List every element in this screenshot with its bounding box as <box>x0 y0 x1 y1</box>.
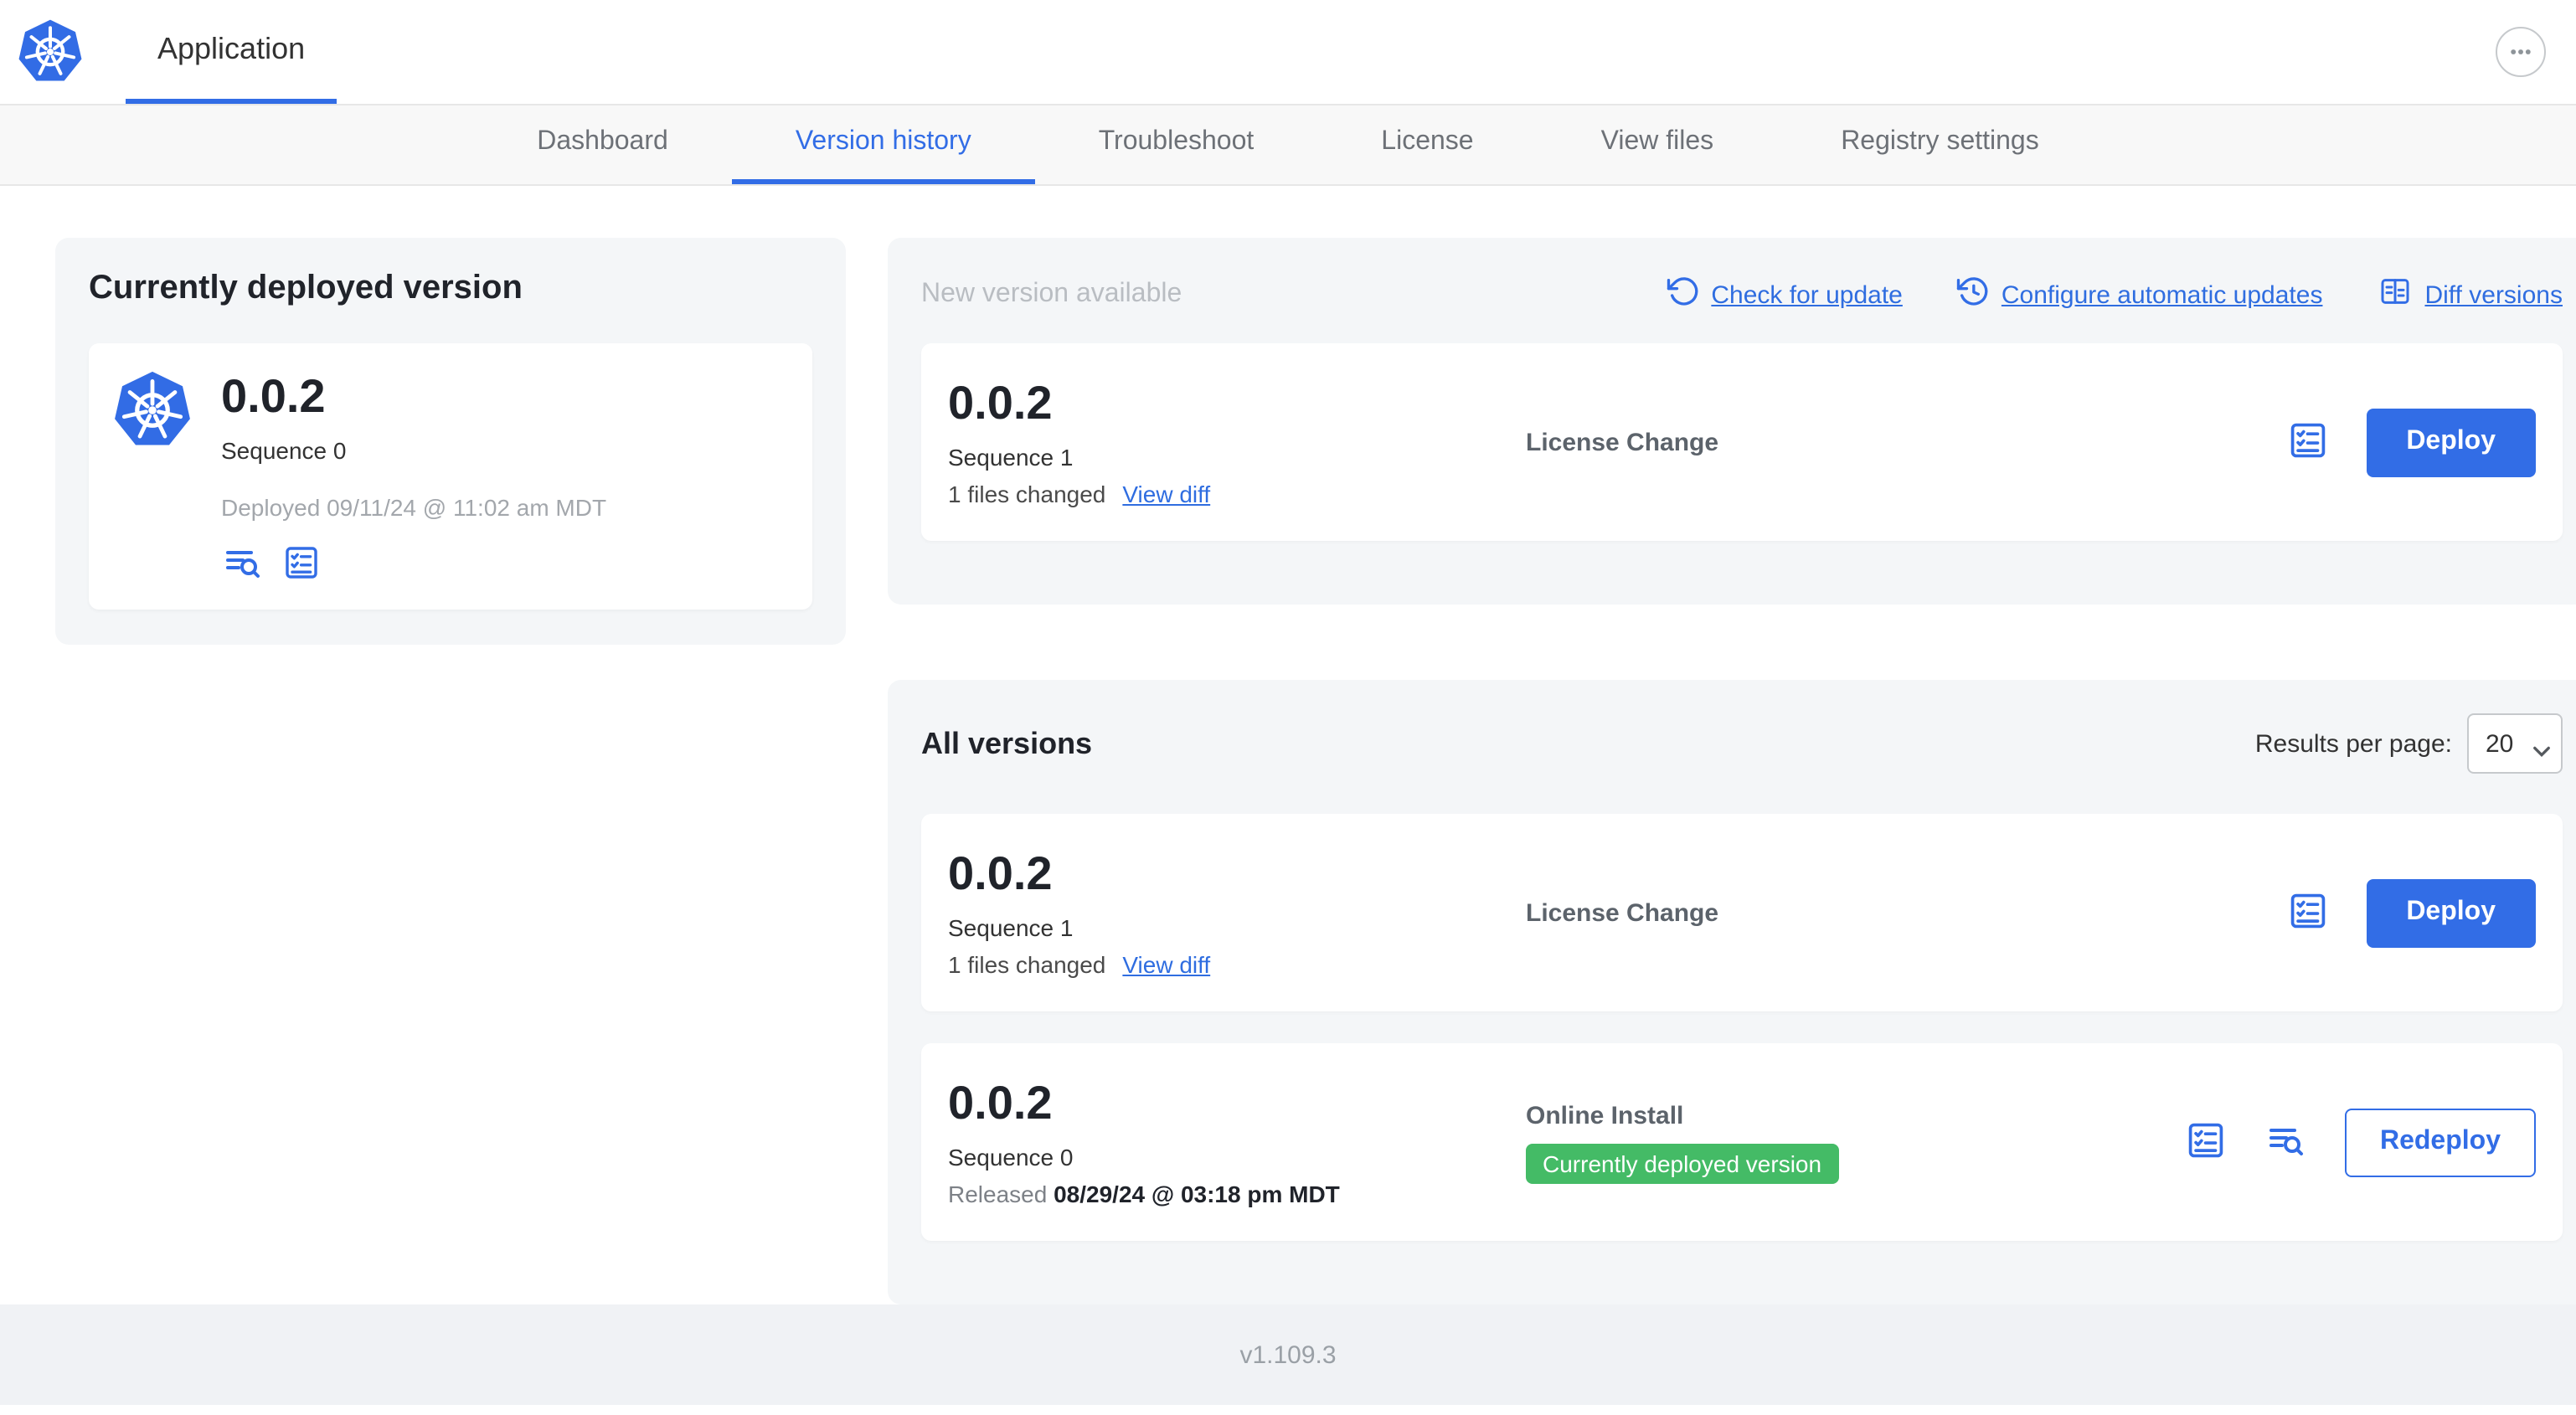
currently-deployed-badge: Currently deployed version <box>1526 1143 1839 1183</box>
release-notes-button[interactable] <box>221 543 265 588</box>
view-diff-link[interactable]: View diff <box>1122 481 1210 507</box>
deploy-button[interactable]: Deploy <box>2366 878 2536 947</box>
section-nav: Dashboard Version history Troubleshoot L… <box>0 105 2576 186</box>
row-sequence: Sequence 1 <box>948 914 1074 941</box>
app-window: Application Dashboard Version history Tr… <box>0 0 2576 1415</box>
nav-item-version-history[interactable]: Version history <box>731 105 1035 184</box>
preflight-checks-button[interactable] <box>2184 1118 2228 1166</box>
check-for-update-link[interactable]: Check for update <box>1666 275 1903 315</box>
results-per-page-label: Results per page: <box>2254 729 2452 758</box>
kubernetes-logo-icon <box>17 18 84 85</box>
tab-application[interactable]: Application <box>126 0 337 104</box>
new-version-row: 0.0.2 Sequence 1 1 files changed View di… <box>921 343 2563 541</box>
nav-item-troubleshoot[interactable]: Troubleshoot <box>1035 105 1318 184</box>
files-changed-label: 1 files changed <box>948 481 1106 507</box>
deployed-timestamp: Deployed 09/11/24 @ 11:02 am MDT <box>221 494 607 521</box>
console-version: v1.109.3 <box>1239 1341 1337 1370</box>
redeploy-button[interactable]: Redeploy <box>2344 1108 2536 1176</box>
row-version-number: 0.0.2 <box>948 1077 1053 1129</box>
checklist-icon <box>2285 418 2329 466</box>
schedule-update-icon <box>1956 275 1990 315</box>
results-per-page-select-wrap: 20 <box>2467 713 2563 774</box>
kubernetes-app-icon <box>112 370 193 450</box>
version-source-label: License Change <box>1526 898 1719 927</box>
refresh-icon <box>1666 275 1699 315</box>
release-notes-icon <box>221 543 265 588</box>
all-versions-card: All versions Results per page: 20 0.0.2 … <box>888 680 2576 1304</box>
released-date: 08/29/24 @ 03:18 pm MDT <box>1054 1181 1340 1207</box>
deploy-button[interactable]: Deploy <box>2366 408 2536 476</box>
row-version-number: 0.0.2 <box>948 377 1053 429</box>
more-options-button[interactable] <box>2496 27 2546 77</box>
version-source-label: License Change <box>1526 428 1719 456</box>
deployed-sequence: Sequence 0 <box>221 437 347 464</box>
deployed-version-card: 0.0.2 Sequence 0 Deployed 09/11/24 @ 11:… <box>89 343 812 610</box>
all-versions-title: All versions <box>921 726 1093 759</box>
version-source-label: Online Install <box>1526 1101 1684 1129</box>
app-footer: v1.109.3 <box>0 1304 2576 1405</box>
checklist-icon <box>2184 1118 2228 1166</box>
deployed-version-number: 0.0.2 <box>221 370 326 422</box>
row-sequence: Sequence 1 <box>948 444 1074 471</box>
nav-item-license[interactable]: License <box>1317 105 1537 184</box>
app-tab-label: Application <box>157 32 306 65</box>
diff-versions-link[interactable]: Diff versions <box>2376 275 2563 315</box>
preflight-checks-button[interactable] <box>2285 418 2329 466</box>
release-notes-icon <box>2264 1119 2308 1165</box>
main-content: Currently deployed version 0.0.2 Sequenc… <box>0 186 2576 1304</box>
checklist-icon <box>281 543 322 588</box>
right-column: New version available Check for update C… <box>888 238 2576 1304</box>
nav-item-view-files[interactable]: View files <box>1538 105 1778 184</box>
release-notes-button[interactable] <box>2264 1119 2308 1165</box>
checklist-icon <box>2285 888 2329 937</box>
nav-item-registry-settings[interactable]: Registry settings <box>1777 105 2103 184</box>
view-diff-link[interactable]: View diff <box>1122 951 1210 978</box>
top-header: Application <box>0 0 2576 105</box>
diff-icon <box>2376 275 2413 315</box>
ellipsis-icon <box>2502 33 2539 70</box>
released-prefix: Released <box>948 1181 1048 1207</box>
version-row: 0.0.2 Sequence 0 Released 08/29/24 @ 03:… <box>921 1043 2563 1241</box>
currently-deployed-card: Currently deployed version 0.0.2 Sequenc… <box>55 238 846 645</box>
currently-deployed-title: Currently deployed version <box>89 270 523 306</box>
row-version-number: 0.0.2 <box>948 847 1053 899</box>
files-changed-label: 1 files changed <box>948 951 1106 978</box>
nav-item-dashboard[interactable]: Dashboard <box>473 105 732 184</box>
new-version-card: New version available Check for update C… <box>888 238 2576 605</box>
new-version-title: New version available <box>921 280 1182 308</box>
version-row: 0.0.2 Sequence 1 1 files changed View di… <box>921 814 2563 1011</box>
row-sequence: Sequence 0 <box>948 1144 1074 1171</box>
results-per-page-select[interactable]: 20 <box>2467 713 2563 774</box>
preflight-checks-button[interactable] <box>2285 888 2329 937</box>
configure-automatic-updates-link[interactable]: Configure automatic updates <box>1956 275 2322 315</box>
preflight-checks-button[interactable] <box>281 543 322 588</box>
